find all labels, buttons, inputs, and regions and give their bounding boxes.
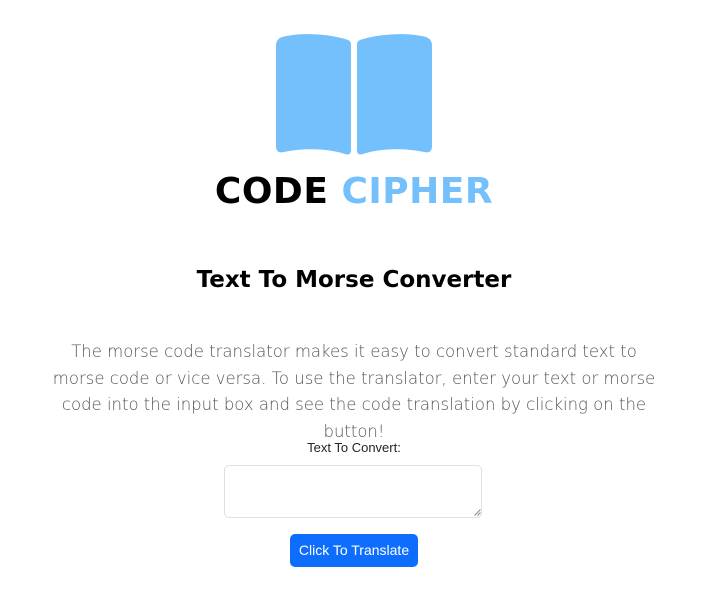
translate-button[interactable]: Click To Translate [290, 534, 418, 567]
open-book-icon [276, 34, 432, 155]
description-text: The morse code translator makes it easy … [52, 342, 656, 441]
book-left-page [276, 34, 351, 155]
brand-word-code: CODE [214, 171, 329, 212]
page: CODE CIPHER Text To Morse Converter The … [0, 0, 710, 603]
brand-word-cipher: CIPHER [341, 171, 494, 212]
brand-logo-text: CODE CIPHER [0, 170, 708, 214]
resize-handle-icon[interactable] [474, 509, 481, 516]
page-title: Text To Morse Converter [196, 267, 512, 293]
text-to-convert-input[interactable] [224, 465, 482, 518]
input-label: Text To Convert: [307, 440, 401, 455]
book-right-page [357, 34, 432, 155]
